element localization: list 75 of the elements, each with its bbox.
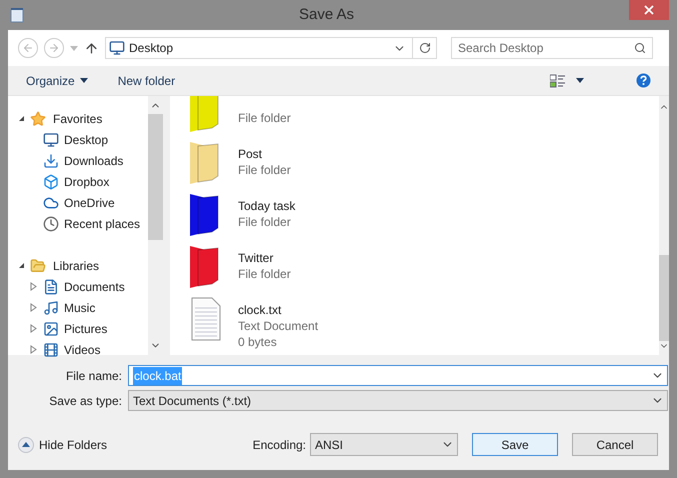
selected-file-name: clock.bat xyxy=(133,366,182,384)
sidebar-item[interactable]: Pictures xyxy=(64,320,108,338)
forward-button[interactable] xyxy=(44,38,64,58)
monitor-icon xyxy=(43,132,59,148)
collapsed-arrow-icon[interactable] xyxy=(30,303,37,312)
search-icon xyxy=(634,42,646,54)
scrollbar[interactable] xyxy=(659,96,669,355)
caret-icon xyxy=(576,78,584,83)
sidebar-group[interactable]: Libraries xyxy=(53,256,100,274)
history-caret-icon[interactable] xyxy=(70,46,78,50)
address-bar[interactable]: Desktop xyxy=(105,37,437,59)
back-button[interactable] xyxy=(18,38,38,58)
document-icon xyxy=(43,278,59,294)
music-note-icon xyxy=(43,300,59,316)
up-button[interactable] xyxy=(84,40,99,56)
sidebar-item[interactable]: OneDrive xyxy=(64,194,115,212)
cancel-button[interactable]: Cancel xyxy=(572,433,658,456)
help-icon[interactable] xyxy=(636,73,651,88)
search-input[interactable]: Search Desktop xyxy=(458,39,634,57)
star-icon xyxy=(30,110,46,126)
file-size: 0 bytes xyxy=(238,334,278,350)
file-type: File folder xyxy=(238,110,291,126)
notepad-icon xyxy=(10,7,24,23)
sidebar-item[interactable]: Videos xyxy=(64,340,100,358)
file-name[interactable]: Today task xyxy=(238,198,296,214)
sidebar-item[interactable]: Music xyxy=(64,298,96,316)
collapsed-arrow-icon[interactable] xyxy=(30,324,37,333)
scroll-thumb[interactable] xyxy=(148,114,163,240)
refresh-icon[interactable] xyxy=(418,42,430,54)
file-name[interactable]: clock.txt xyxy=(238,302,318,318)
file-name[interactable]: Twitter xyxy=(238,250,291,266)
monitor-icon xyxy=(109,40,125,56)
details-view-icon xyxy=(550,74,566,88)
view-options-button[interactable] xyxy=(550,74,584,88)
clock-icon xyxy=(43,216,59,232)
collapsed-arrow-icon[interactable] xyxy=(30,345,37,354)
new-folder-button[interactable]: New folder xyxy=(118,72,176,90)
sidebar-item[interactable]: Dropbox xyxy=(64,172,110,190)
file-type: File folder xyxy=(238,266,291,282)
sidebar-item[interactable]: Documents xyxy=(64,278,125,296)
hide-folders-button[interactable]: Hide Folders xyxy=(18,436,108,454)
expanded-arrow-icon[interactable] xyxy=(18,115,25,122)
sidebar-item[interactable]: Downloads xyxy=(64,152,124,170)
forward-arrow-icon xyxy=(48,42,60,54)
scroll-thumb[interactable] xyxy=(659,255,669,341)
film-icon xyxy=(43,342,59,358)
cloud-icon xyxy=(43,194,59,210)
sidebar-group[interactable]: Favorites xyxy=(53,110,102,128)
close-button[interactable] xyxy=(629,0,669,20)
download-icon xyxy=(43,152,59,168)
caret-icon xyxy=(80,78,88,83)
address-location: Desktop xyxy=(129,40,174,57)
box-icon xyxy=(43,174,59,190)
search-field[interactable]: Search Desktop xyxy=(451,37,653,59)
save-type-label: Save as type: xyxy=(48,392,123,410)
save-button[interactable]: Save xyxy=(472,433,558,456)
expanded-arrow-icon[interactable] xyxy=(18,262,25,269)
collapsed-arrow-icon[interactable] xyxy=(30,282,37,291)
encoding-select[interactable]: ANSI xyxy=(310,433,458,456)
picture-icon xyxy=(43,320,59,336)
sidebar-item[interactable]: Recent places xyxy=(64,214,140,232)
file-type: File folder xyxy=(238,214,292,230)
close-icon xyxy=(644,5,654,15)
library-folder-icon xyxy=(30,258,46,274)
organize-menu[interactable]: Organize xyxy=(26,72,88,90)
save-type-select[interactable]: Text Documents (*.txt) xyxy=(128,390,668,411)
file-name[interactable]: Post xyxy=(238,146,291,162)
encoding-label: Encoding: xyxy=(252,436,306,454)
sidebar-item[interactable]: Desktop xyxy=(64,130,108,148)
back-arrow-icon xyxy=(22,42,34,54)
file-type: File folder xyxy=(238,162,291,178)
file-name-label: File name: xyxy=(64,368,123,384)
collapse-icon xyxy=(18,436,34,452)
window-title: Save As xyxy=(298,4,356,25)
file-type: Text Document xyxy=(238,318,318,334)
